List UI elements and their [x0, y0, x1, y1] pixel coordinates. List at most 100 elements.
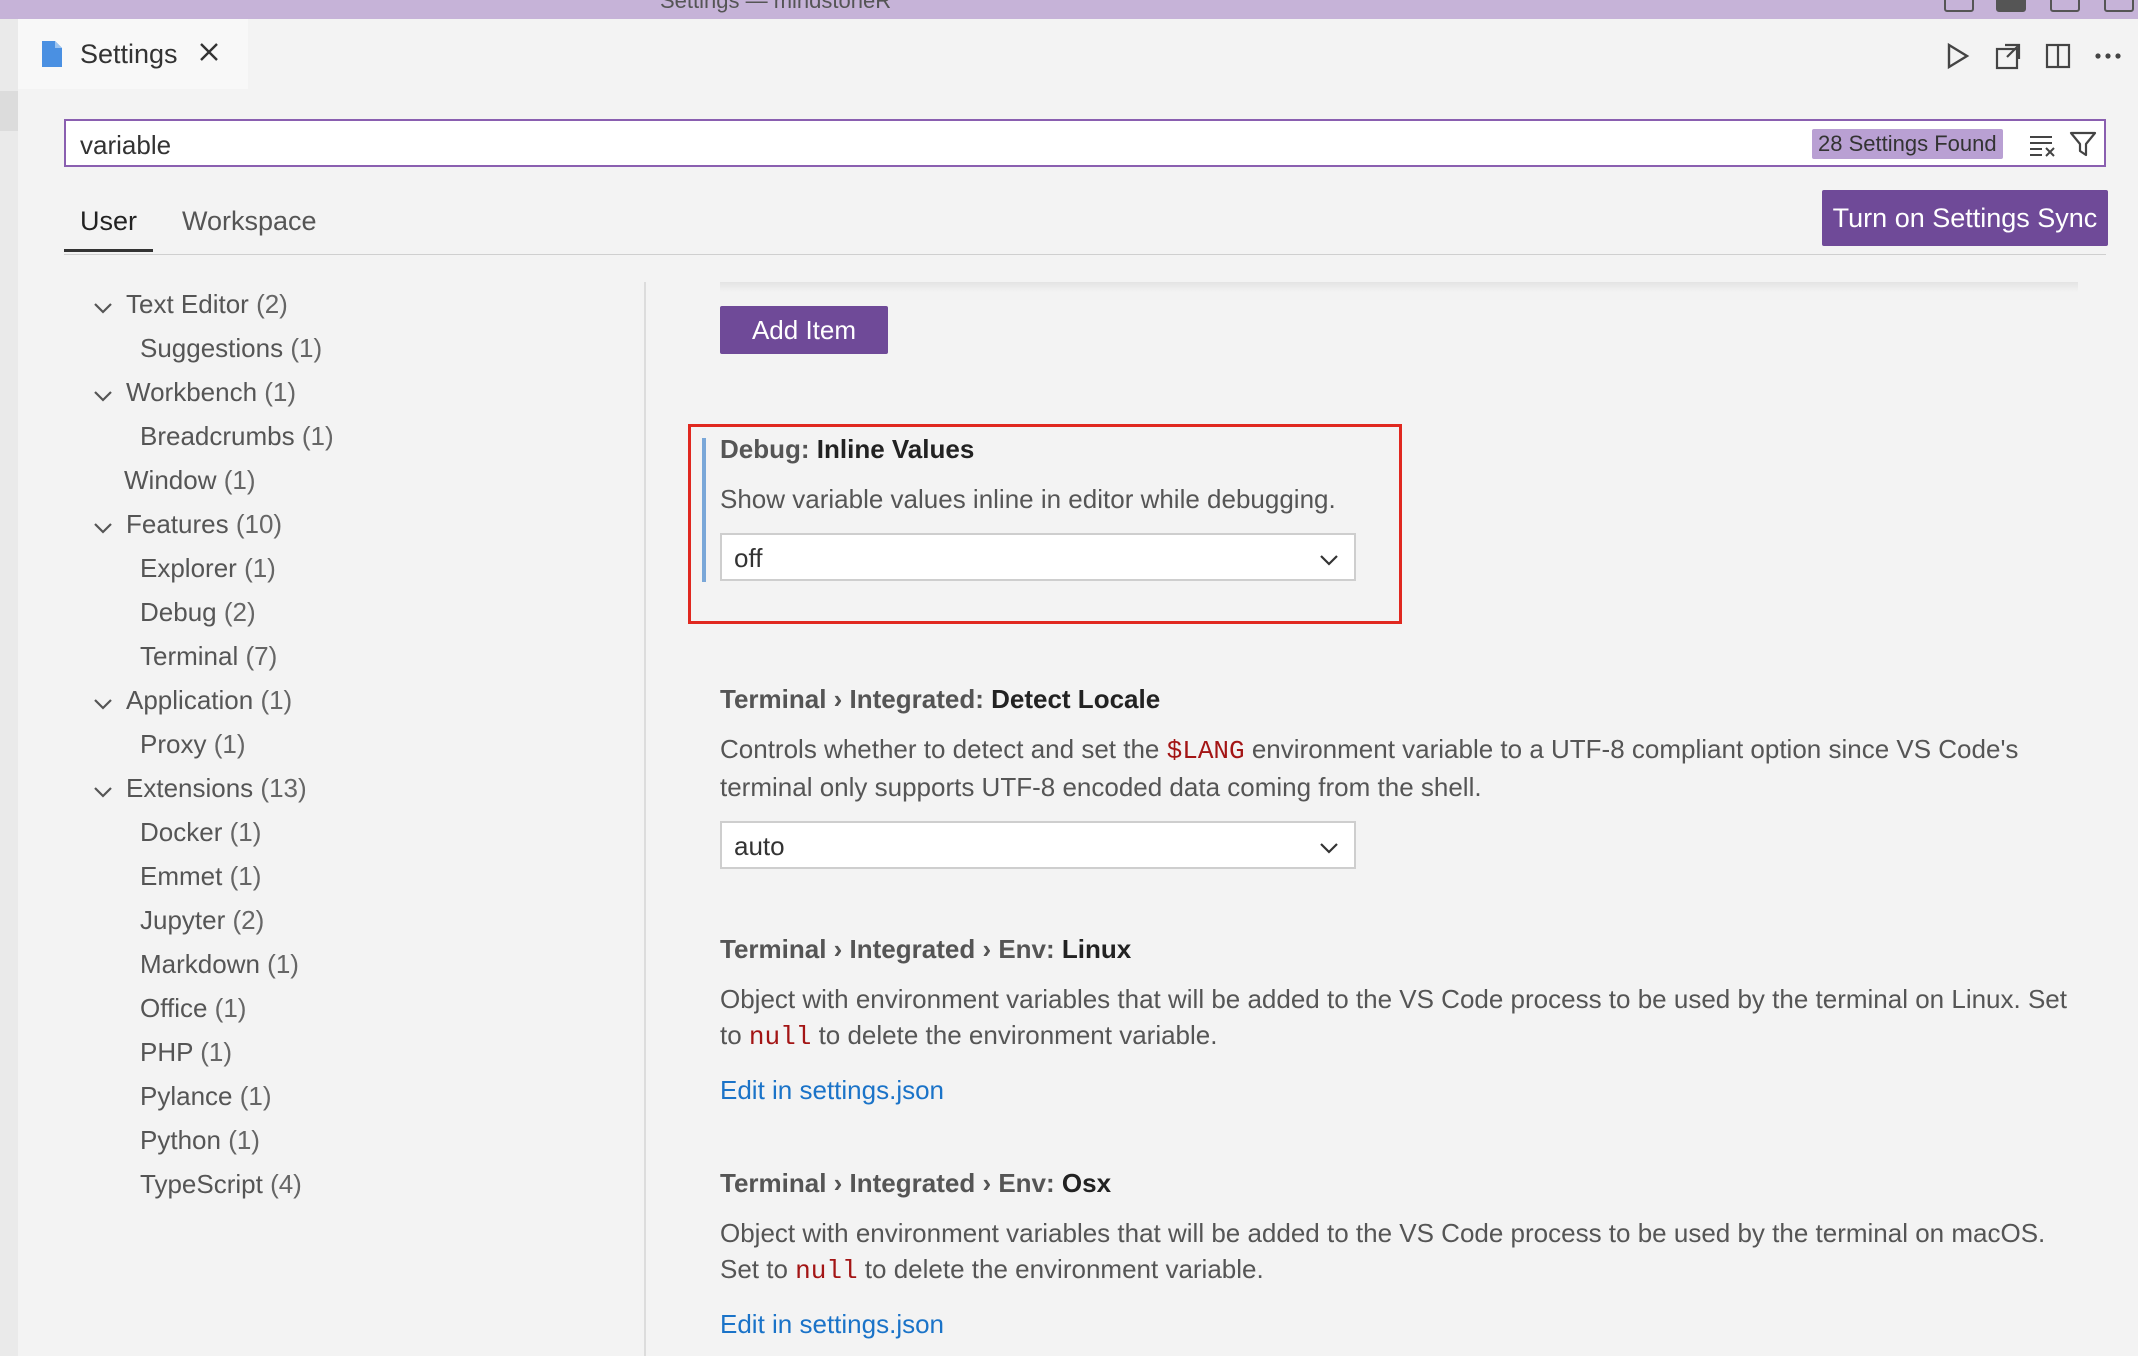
toc-item-extensions[interactable]: Extensions (13): [92, 770, 307, 806]
toc-label: Breadcrumbs: [140, 421, 295, 451]
toc-count: (4): [270, 1169, 302, 1199]
toc-item-docker[interactable]: Docker (1): [140, 814, 261, 850]
detect-locale-dropdown[interactable]: auto: [720, 821, 1356, 869]
close-icon[interactable]: [198, 39, 220, 69]
title-bar: Settings — mindstoneR: [0, 0, 2138, 19]
setting-terminal-detect-locale: Terminal › Integrated: Detect Locale Con…: [720, 684, 2080, 869]
chevron-down-icon: [92, 512, 114, 534]
setting-description: Object with environment variables that w…: [720, 1215, 2080, 1289]
editor-actions: [1924, 36, 2138, 76]
toc-label: Workbench: [126, 377, 258, 407]
toc-label: Features: [126, 509, 229, 539]
toc-count: (1): [239, 1081, 272, 1111]
setting-terminal-env-osx: Terminal › Integrated › Env: Osx Object …: [720, 1168, 2080, 1340]
sidebar-toggle-icon[interactable]: [2050, 0, 2080, 12]
chevron-down-icon: [1318, 835, 1340, 857]
toc-label: Application: [126, 685, 254, 715]
edit-in-settings-json-link[interactable]: Edit in settings.json: [720, 1075, 944, 1106]
focus-indicator: [702, 438, 706, 582]
chevron-down-icon: [92, 292, 114, 314]
toc-item-python[interactable]: Python (1): [140, 1122, 260, 1158]
run-icon[interactable]: [1942, 40, 1974, 72]
toc-count: (1): [264, 377, 297, 407]
panel-icon[interactable]: [1996, 0, 2026, 12]
setting-name: Detect Locale: [991, 684, 1161, 714]
scroll-shadow: [720, 282, 2078, 292]
chevron-down-icon: [92, 776, 114, 798]
setting-description: Show variable values inline in editor wh…: [720, 481, 2080, 517]
setting-name: Linux: [1061, 934, 1132, 964]
add-item-button[interactable]: Add Item: [720, 306, 888, 354]
toc-count: (1): [214, 993, 247, 1023]
window-title: Settings — mindstoneR: [660, 0, 892, 13]
setting-category: Terminal › Integrated:: [720, 684, 992, 714]
settings-sync-button[interactable]: Turn on Settings Sync: [1822, 190, 2108, 246]
toc-count: (1): [244, 553, 276, 583]
toc-item-terminal[interactable]: Terminal (7): [140, 638, 277, 674]
toc-item-php[interactable]: PHP (1): [140, 1034, 232, 1070]
tab-user[interactable]: User: [64, 200, 154, 252]
toc-count: (1): [200, 1037, 233, 1067]
toc-count: (10): [235, 509, 283, 539]
toc-count: (1): [301, 421, 334, 451]
setting-debug-inline-values: Debug: Inline Values Show variable value…: [720, 434, 2080, 581]
setting-category: Terminal › Integrated › Env:: [720, 934, 1062, 964]
clear-filter-icon[interactable]: [2028, 129, 2058, 159]
toc-count: (1): [229, 861, 262, 891]
setting-terminal-env-linux: Terminal › Integrated › Env: Linux Objec…: [720, 934, 2080, 1106]
filter-icon[interactable]: [2068, 129, 2098, 159]
desc-text: to delete the environment variable.: [857, 1254, 1264, 1284]
tab-settings[interactable]: Settings: [18, 19, 248, 89]
settings-file-icon: [40, 39, 64, 69]
toc-item-workbench[interactable]: Workbench (1): [92, 374, 296, 410]
tab-workspace[interactable]: Workspace: [166, 200, 333, 249]
toc-label: PHP: [140, 1037, 193, 1067]
dropdown-value: auto: [734, 831, 785, 861]
toc-label: Suggestions: [140, 333, 284, 363]
setting-description: Object with environment variables that w…: [720, 981, 2080, 1055]
toc-item-markdown[interactable]: Markdown (1): [140, 946, 299, 982]
toc-item-features[interactable]: Features (10): [92, 506, 282, 542]
layout-icon[interactable]: [1944, 0, 1974, 12]
setting-name: Osx: [1061, 1168, 1112, 1198]
toc-item-typescript[interactable]: TypeScript (4): [140, 1166, 302, 1202]
toc-item-debug[interactable]: Debug (2): [140, 594, 256, 630]
inline-values-dropdown[interactable]: off: [720, 533, 1356, 581]
toc-item-breadcrumbs[interactable]: Breadcrumbs (1): [140, 418, 334, 454]
toc-label: Window: [124, 465, 217, 495]
search-input[interactable]: [78, 127, 1682, 163]
tab-label: Settings: [80, 38, 178, 69]
toc-count: (1): [223, 465, 256, 495]
toc-item-office[interactable]: Office (1): [140, 990, 246, 1026]
edit-in-settings-json-link[interactable]: Edit in settings.json: [720, 1309, 944, 1340]
toc-item-proxy[interactable]: Proxy (1): [140, 726, 245, 762]
chevron-down-icon: [92, 688, 114, 710]
toc-item-text-editor[interactable]: Text Editor (2): [92, 286, 288, 322]
more-actions-icon[interactable]: [2092, 40, 2124, 72]
dropdown-value: off: [734, 543, 763, 573]
toc-item-explorer[interactable]: Explorer (1): [140, 550, 276, 586]
toc-label: Debug: [140, 597, 217, 627]
toc-count: (1): [229, 817, 262, 847]
toc-count: (1): [290, 333, 323, 363]
split-editor-icon[interactable]: [2042, 40, 2074, 72]
toc-item-window[interactable]: Window (1): [124, 462, 256, 498]
toc-item-application[interactable]: Application (1): [92, 682, 292, 718]
toc-item-emmet[interactable]: Emmet (1): [140, 858, 261, 894]
toc-label: Jupyter: [140, 905, 226, 935]
toc-item-jupyter[interactable]: Jupyter (2): [140, 902, 264, 938]
toc-item-pylance[interactable]: Pylance (1): [140, 1078, 272, 1114]
setting-title: Terminal › Integrated: Detect Locale: [720, 684, 2080, 715]
toc-label: Explorer: [140, 553, 237, 583]
setting-description: Controls whether to detect and set the $…: [720, 731, 2080, 805]
customize-layout-icon[interactable]: [2104, 0, 2134, 12]
code-token: null: [748, 1022, 812, 1052]
setting-name: Inline Values: [816, 434, 975, 464]
toc-item-suggestions[interactable]: Suggestions (1): [140, 330, 322, 366]
toc-count: (13): [260, 773, 307, 803]
toc-label: Text Editor: [126, 289, 249, 319]
toc-label: Terminal: [140, 641, 239, 671]
open-json-icon[interactable]: [1992, 40, 2024, 72]
chevron-down-icon: [1318, 547, 1340, 569]
settings-search-box: 28 Settings Found: [64, 119, 2106, 167]
